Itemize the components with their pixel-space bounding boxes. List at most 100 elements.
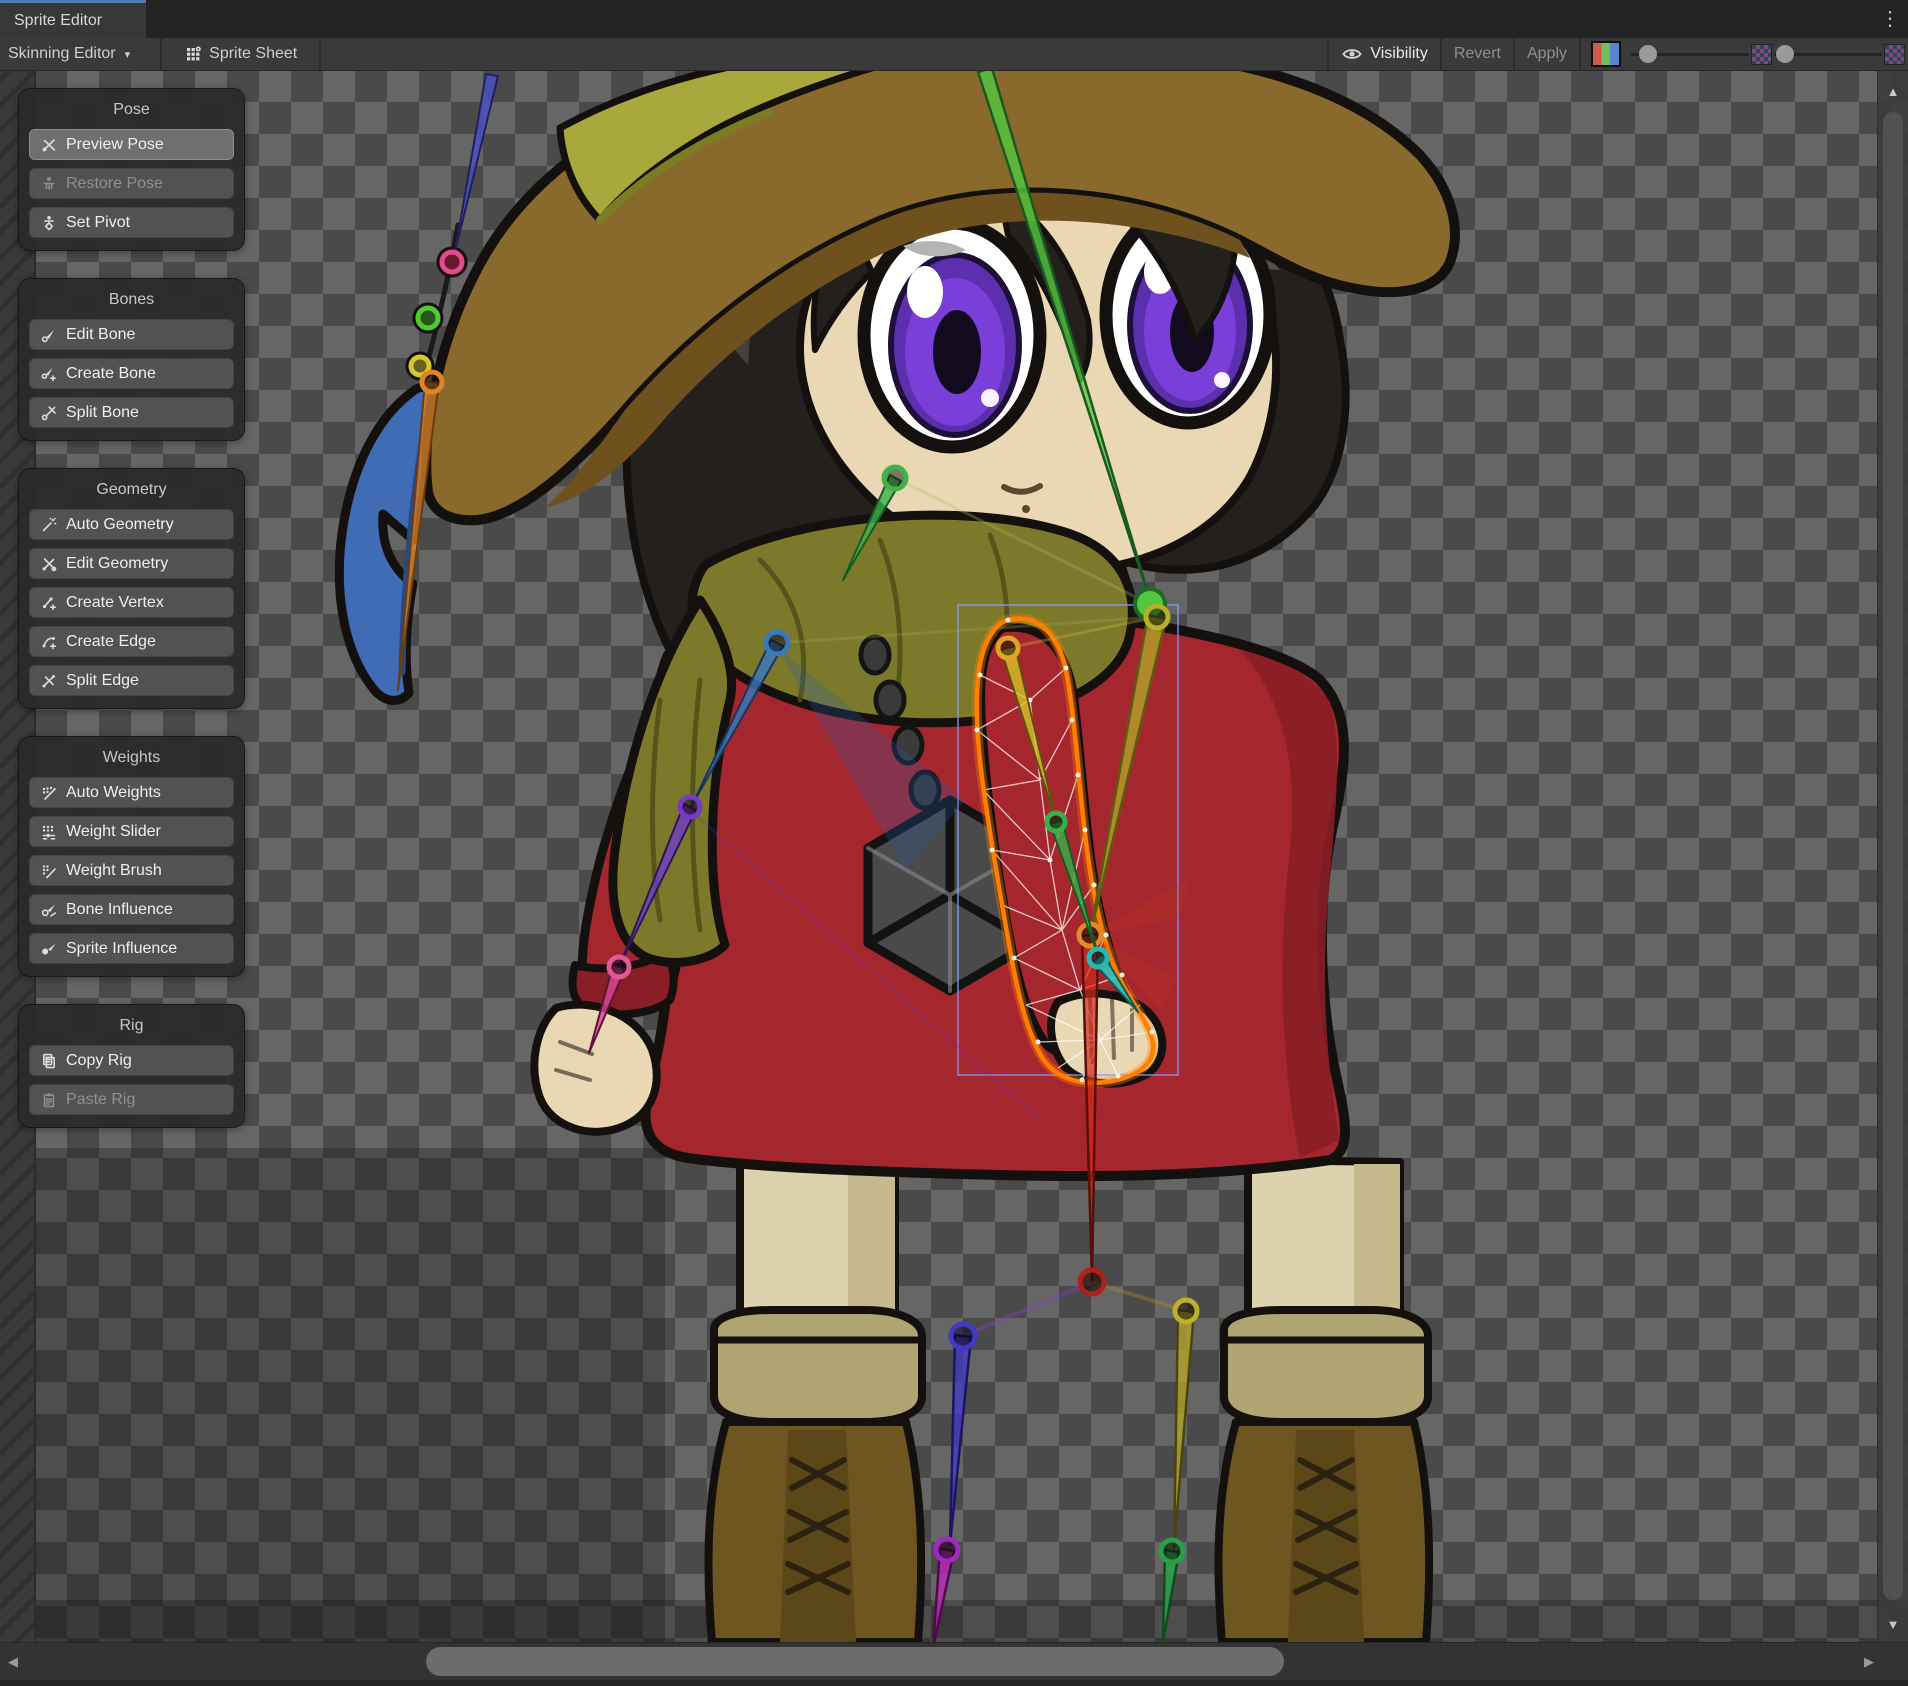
joint-feather (422, 372, 442, 392)
button-label: Auto Geometry (66, 516, 174, 534)
button-label: Split Bone (66, 404, 139, 422)
panel-title-geometry: Geometry (29, 481, 234, 499)
button-label: Create Edge (66, 633, 156, 651)
create-edge-button[interactable]: Create Edge (29, 626, 234, 657)
edit-bone-button[interactable]: Edit Bone (29, 319, 234, 350)
alpha-slider[interactable] (1631, 38, 1749, 70)
joint-left-elbow (680, 797, 700, 817)
copy-rig-button[interactable]: Copy Rig (29, 1045, 234, 1076)
overlay-slider-knob[interactable] (1776, 45, 1794, 63)
button-label: Sprite Influence (66, 940, 177, 958)
joint-right-hip (1175, 1300, 1197, 1322)
bone-influence-icon (40, 901, 58, 919)
bones-panel: Bones Edit Bone Create Bone Split Bone (18, 278, 245, 441)
skinning-canvas[interactable] (0, 70, 1908, 1642)
sprite-sheet-button[interactable]: Sprite Sheet (172, 38, 309, 70)
visibility-label: Visibility (1370, 45, 1428, 63)
panel-title-pose: Pose (29, 101, 234, 119)
sprite-influence-icon (40, 940, 58, 958)
right-leg (1218, 1160, 1429, 1642)
weights-panel: Weights Auto Weights Weight Slider Weigh… (18, 736, 245, 977)
create-vertex-icon (40, 594, 58, 612)
split-bone-button[interactable]: Split Bone (29, 397, 234, 428)
window-bottom-strip (0, 1680, 1908, 1686)
joint-right-elbow (1047, 813, 1065, 831)
scroll-down-arrow[interactable]: ▼ (1878, 1617, 1908, 1632)
set-pivot-icon (40, 214, 58, 232)
joint-left-shoulder (766, 632, 788, 654)
rig-panel: Rig Copy Rig Paste Rig (18, 1004, 245, 1128)
joint-left-wrist (609, 957, 629, 977)
pose-panel: Pose Preview Pose Restore Pose Set Pivot (18, 88, 245, 251)
create-bone-button[interactable]: Create Bone (29, 358, 234, 389)
mode-dropdown-label: Skinning Editor (8, 45, 116, 63)
restore-pose-icon (40, 175, 58, 193)
panel-title-weights: Weights (29, 749, 234, 767)
rgb-channel-swatch[interactable] (1591, 41, 1621, 67)
kebab-menu-icon[interactable]: ⋮ (1880, 4, 1900, 34)
revert-button[interactable]: Revert (1442, 38, 1513, 70)
set-pivot-button[interactable]: Set Pivot (29, 207, 234, 238)
toolbar-separator (1579, 38, 1581, 70)
weight-slider-button[interactable]: Weight Slider (29, 816, 234, 847)
alpha-slider-knob[interactable] (1639, 45, 1657, 63)
button-label: Copy Rig (66, 1052, 132, 1070)
button-label: Preview Pose (66, 136, 164, 154)
sprite-sheet-icon (184, 45, 202, 63)
create-vertex-button[interactable]: Create Vertex (29, 587, 234, 618)
left-hand (534, 1005, 656, 1132)
bone-influence-button[interactable]: Bone Influence (29, 894, 234, 925)
weight-brush-button[interactable]: Weight Brush (29, 855, 234, 886)
apply-button[interactable]: Apply (1515, 38, 1579, 70)
button-label: Bone Influence (66, 901, 173, 919)
joint-right-shoulder (998, 638, 1018, 658)
chevron-down-icon: ▾ (125, 48, 131, 61)
joint-bead-2 (418, 308, 438, 328)
button-label: Create Vertex (66, 594, 164, 612)
geometry-panel: Geometry Auto Geometry Edit Geometry Cre… (18, 468, 245, 709)
tab-label: Sprite Editor (14, 12, 102, 30)
revert-label: Revert (1454, 45, 1501, 63)
split-edge-button[interactable]: Split Edge (29, 665, 234, 696)
button-label: Edit Bone (66, 326, 135, 344)
button-label: Create Bone (66, 365, 156, 383)
visibility-button[interactable]: Visibility (1329, 38, 1440, 70)
left-leg (708, 1155, 922, 1642)
left-eye (864, 223, 1040, 447)
split-edge-icon (40, 672, 58, 690)
button-label: Paste Rig (66, 1091, 135, 1109)
joint-right-wrist (1089, 949, 1107, 967)
paste-rig-button[interactable]: Paste Rig (29, 1084, 234, 1115)
create-edge-icon (40, 633, 58, 651)
mode-dropdown[interactable]: Skinning Editor ▾ (0, 38, 142, 70)
auto-weights-button[interactable]: Auto Weights (29, 777, 234, 808)
overlay-preview-toggle-icon[interactable] (1884, 44, 1905, 65)
scroll-up-arrow[interactable]: ▲ (1878, 84, 1908, 99)
scroll-left-arrow[interactable]: ◀ (0, 1643, 26, 1681)
edit-geometry-button[interactable]: Edit Geometry (29, 548, 234, 579)
tab-bar: Sprite Editor ⋮ (0, 0, 1908, 39)
eye-icon (1341, 46, 1363, 62)
toolbar-separator (160, 38, 162, 70)
auto-weights-icon (40, 784, 58, 802)
joint-hip (1080, 1270, 1104, 1294)
button-label: Restore Pose (66, 175, 163, 193)
restore-pose-button[interactable]: Restore Pose (29, 168, 234, 199)
horizontal-scroll-thumb[interactable] (426, 1647, 1284, 1676)
apply-label: Apply (1527, 45, 1567, 63)
auto-geometry-icon (40, 516, 58, 534)
sprite-influence-button[interactable]: Sprite Influence (29, 933, 234, 964)
sprite-sheet-label: Sprite Sheet (209, 45, 297, 63)
button-label: Edit Geometry (66, 555, 168, 573)
vertical-scrollbar[interactable]: ▲ ▼ (1877, 70, 1908, 1642)
vertical-scroll-thumb[interactable] (1883, 112, 1903, 1600)
overlay-slider[interactable] (1774, 38, 1882, 70)
auto-geometry-button[interactable]: Auto Geometry (29, 509, 234, 540)
preview-pose-button[interactable]: Preview Pose (29, 129, 234, 160)
scroll-right-arrow[interactable]: ▶ (1856, 1643, 1882, 1681)
paste-rig-icon (40, 1091, 58, 1109)
tab-sprite-editor[interactable]: Sprite Editor (0, 0, 146, 38)
horizontal-scrollbar[interactable]: ◀ ▶ (0, 1642, 1908, 1681)
sprite-preview-toggle-icon[interactable] (1751, 44, 1772, 65)
joint-right-knee (1161, 1540, 1183, 1562)
